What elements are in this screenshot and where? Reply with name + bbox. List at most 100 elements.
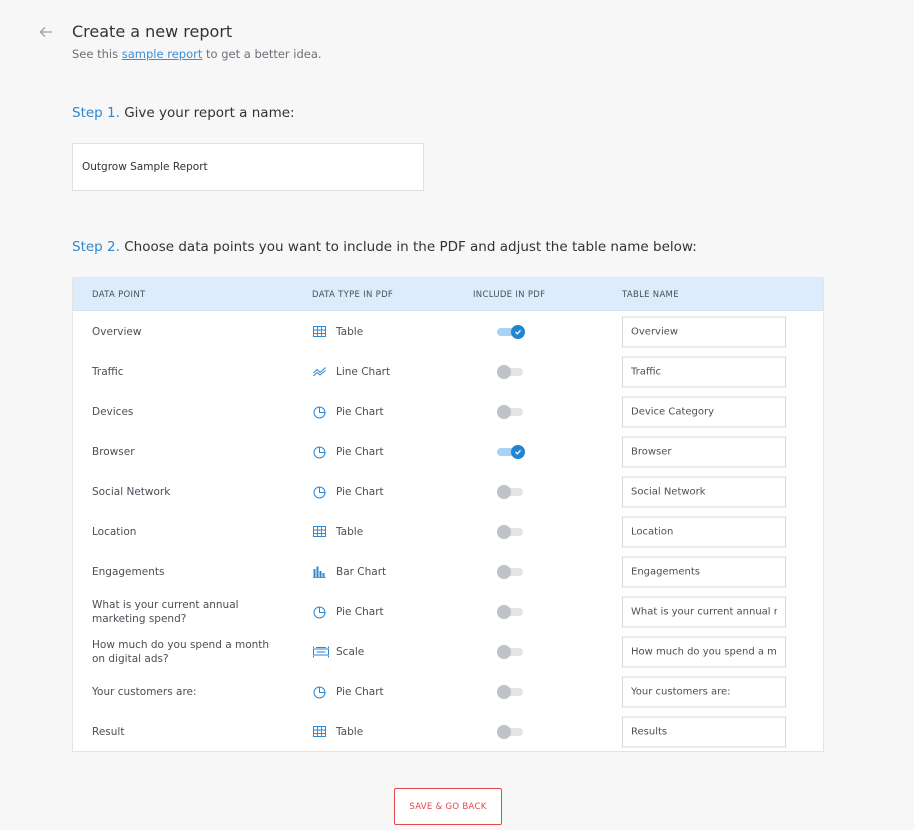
- include-toggle[interactable]: [497, 605, 525, 619]
- table-row: Browser Pie Chart: [73, 432, 823, 472]
- data-point-label: Engagements: [92, 566, 165, 578]
- subtitle-prefix: See this: [72, 47, 119, 61]
- data-type-label: Line Chart: [336, 366, 391, 378]
- table-name-input[interactable]: [622, 636, 786, 668]
- bar-chart-icon: [313, 566, 327, 578]
- toggle-knob: [511, 445, 525, 459]
- data-type-label: Pie Chart: [336, 686, 384, 698]
- table-name-input[interactable]: [622, 516, 786, 548]
- header-data-point: DATA POINT: [92, 290, 146, 300]
- include-toggle[interactable]: [497, 525, 525, 539]
- step2-label: Step 2.: [72, 239, 120, 255]
- report-name-input[interactable]: [72, 143, 424, 191]
- table-name-input[interactable]: [622, 356, 786, 388]
- table-row: What is your current annual marketing sp…: [73, 592, 823, 632]
- step2-text: Choose data points you want to include i…: [124, 239, 697, 255]
- data-type-cell: Scale: [313, 646, 364, 658]
- include-toggle[interactable]: [497, 445, 525, 459]
- table-name-input[interactable]: [622, 316, 786, 348]
- data-type-label: Table: [336, 726, 364, 738]
- data-type-label: Table: [336, 326, 364, 338]
- include-toggle[interactable]: [497, 725, 525, 739]
- toggle-knob: [497, 485, 511, 499]
- table-name-input[interactable]: [622, 596, 786, 628]
- pie-chart-icon: [313, 686, 327, 699]
- pie-chart-icon: [313, 486, 327, 499]
- data-point-label: Traffic: [92, 366, 124, 378]
- page-subtitle: See this sample report to get a better i…: [72, 47, 322, 61]
- step1-text: Give your report a name:: [124, 105, 295, 121]
- check-icon: [515, 449, 521, 455]
- data-point-label: Location: [92, 526, 137, 538]
- include-toggle[interactable]: [497, 485, 525, 499]
- data-point-label: Browser: [92, 446, 135, 458]
- data-type-cell: Table: [313, 526, 363, 538]
- step1-label: Step 1.: [72, 105, 120, 121]
- data-point-label: Your customers are:: [92, 686, 197, 698]
- data-type-cell: Table: [313, 326, 363, 338]
- data-point-label: Social Network: [92, 486, 171, 498]
- save-and-go-back-button[interactable]: SAVE & GO BACK: [394, 788, 502, 825]
- data-type-cell: Pie Chart: [313, 486, 384, 499]
- data-point-label: Result: [92, 726, 125, 738]
- header-include: INCLUDE IN PDF: [473, 290, 546, 300]
- table-name-input[interactable]: [622, 556, 786, 588]
- include-toggle[interactable]: [497, 325, 525, 339]
- back-arrow-icon[interactable]: [38, 24, 54, 40]
- page-title: Create a new report: [72, 22, 233, 41]
- include-toggle[interactable]: [497, 565, 525, 579]
- table-icon: [313, 326, 327, 338]
- data-type-cell: Pie Chart: [313, 406, 384, 419]
- table-row: Your customers are: Pie Chart: [73, 672, 823, 712]
- step2-heading: Step 2. Choose data points you want to i…: [72, 239, 697, 255]
- scale-icon: [313, 646, 329, 658]
- pie-chart-icon: [313, 446, 327, 459]
- table-name-input[interactable]: [622, 716, 786, 748]
- toggle-knob: [497, 725, 511, 739]
- toggle-knob: [497, 405, 511, 419]
- table-icon: [313, 726, 327, 738]
- header-data-type: DATA TYPE IN PDF: [312, 290, 394, 300]
- include-toggle[interactable]: [497, 365, 525, 379]
- include-toggle[interactable]: [497, 645, 525, 659]
- data-type-label: Scale: [336, 646, 365, 658]
- data-point-label: Devices: [92, 406, 134, 418]
- table-name-input[interactable]: [622, 476, 786, 508]
- page-header: Create a new report See this sample repo…: [72, 22, 322, 61]
- pie-chart-icon: [313, 406, 327, 419]
- table-row: Location Table: [73, 512, 823, 552]
- pie-chart-icon: [313, 606, 327, 619]
- table-name-input[interactable]: [622, 396, 786, 428]
- header-table-name: TABLE NAME: [622, 290, 679, 300]
- toggle-knob: [497, 605, 511, 619]
- table-icon: [313, 526, 327, 538]
- check-icon: [515, 329, 521, 335]
- data-type-cell: Pie Chart: [313, 446, 384, 459]
- data-type-cell: Pie Chart: [313, 686, 384, 699]
- data-point-label: What is your current annual marketing sp…: [92, 599, 239, 625]
- include-toggle[interactable]: [497, 685, 525, 699]
- step1-heading: Step 1. Give your report a name:: [72, 105, 295, 121]
- line-chart-icon: [313, 366, 327, 378]
- table-name-input[interactable]: [622, 676, 786, 708]
- toggle-knob: [497, 565, 511, 579]
- table-row: Result Table: [73, 712, 823, 752]
- data-type-label: Table: [336, 526, 364, 538]
- subtitle-suffix: to get a better idea.: [206, 47, 322, 61]
- data-type-label: Pie Chart: [336, 606, 384, 618]
- table-row: Devices Pie Chart: [73, 392, 823, 432]
- data-type-cell: Line Chart: [313, 366, 390, 378]
- include-toggle[interactable]: [497, 405, 525, 419]
- data-point-label: Overview: [92, 326, 142, 338]
- toggle-knob: [497, 645, 511, 659]
- table-row: Overview Table: [73, 312, 823, 352]
- sample-report-link[interactable]: sample report: [122, 47, 203, 61]
- data-type-cell: Pie Chart: [313, 606, 384, 619]
- toggle-knob: [497, 685, 511, 699]
- data-type-label: Pie Chart: [336, 486, 384, 498]
- table-row: Engagements Bar Chart: [73, 552, 823, 592]
- table-name-input[interactable]: [622, 436, 786, 468]
- data-type-cell: Bar Chart: [313, 566, 386, 578]
- data-type-label: Pie Chart: [336, 406, 384, 418]
- toggle-knob: [497, 365, 511, 379]
